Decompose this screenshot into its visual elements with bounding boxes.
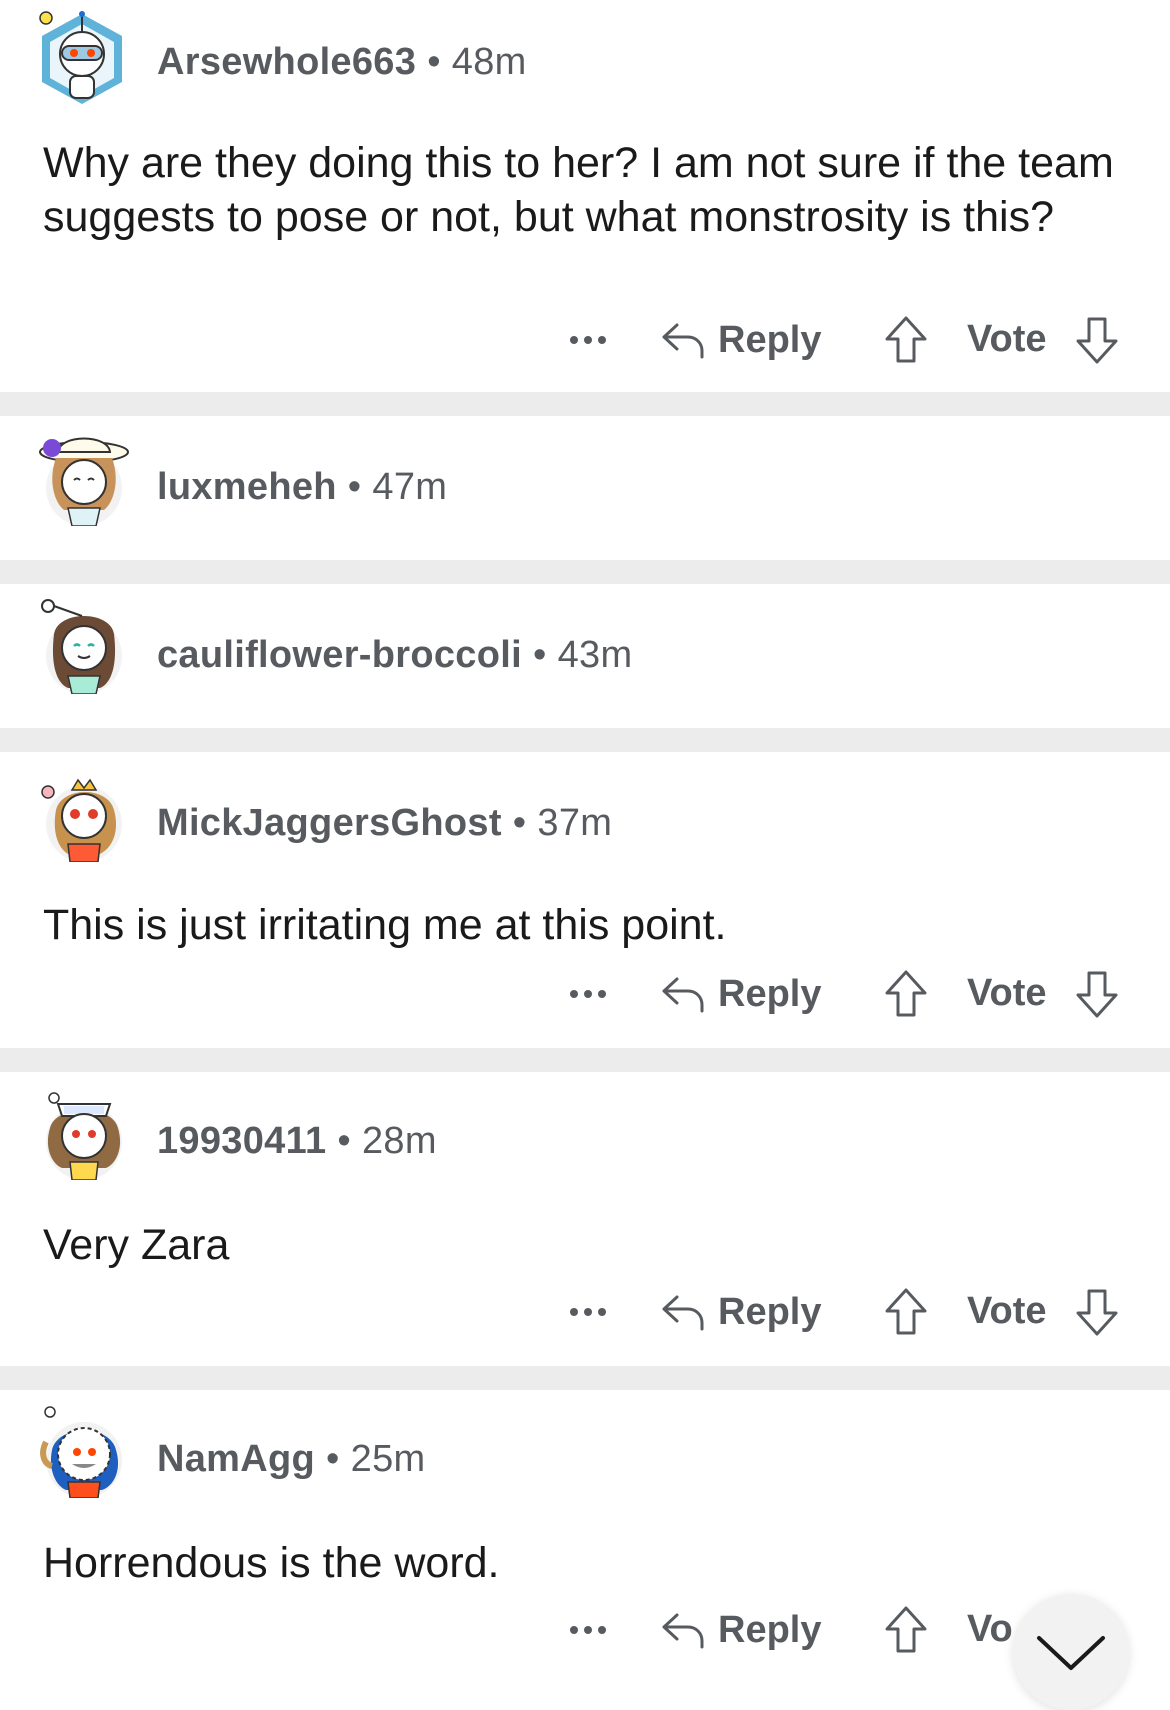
downvote-arrow-icon[interactable] (1074, 315, 1120, 365)
reply-button[interactable]: Reply (660, 964, 821, 1024)
more-options-icon[interactable] (566, 318, 610, 362)
upvote-arrow-icon[interactable] (883, 1287, 929, 1337)
snoo-crown-avatar-icon[interactable] (34, 766, 130, 863)
timestamp: 43m (557, 634, 633, 676)
timestamp: 47m (372, 466, 448, 508)
comment: 19930411 • 28m Very Zara Reply Vote (0, 1072, 1170, 1366)
comment-actions: Reply Vo (0, 1600, 1170, 1660)
more-options-icon[interactable] (566, 1608, 610, 1652)
scroll-next-comment-button[interactable] (1013, 1594, 1129, 1710)
reply-button[interactable]: Reply (660, 1600, 821, 1660)
reply-label: Reply (718, 972, 822, 1015)
comment-meta: Arsewhole663 • 48m (157, 41, 527, 84)
vote-count: Vote (967, 972, 1047, 1014)
reply-arrow-icon (662, 977, 704, 1013)
chevron-down-icon (1037, 1636, 1105, 1670)
separator-dot: • (427, 41, 441, 83)
separator-dot: • (337, 1120, 351, 1162)
comment: cauliflower-broccoli • 43m (0, 584, 1170, 728)
reply-label: Reply (718, 318, 822, 361)
comment-meta: luxmeheh • 47m (157, 466, 447, 509)
comment: luxmeheh • 47m (0, 416, 1170, 560)
comment-actions: Reply Vote (0, 310, 1170, 370)
downvote-arrow-icon[interactable] (1074, 969, 1120, 1019)
reply-button[interactable]: Reply (660, 1282, 821, 1342)
comment-divider (0, 392, 1170, 416)
vote-count: Vo (967, 1608, 1013, 1650)
comment: NamAgg • 25m Horrendous is the word. Reply… (0, 1390, 1170, 1672)
comment: MickJaggersGhost • 37m This is just irrita… (0, 752, 1170, 1048)
separator-dot: • (347, 466, 362, 508)
username[interactable]: luxmeheh (157, 466, 337, 508)
comment-meta: NamAgg • 25m (157, 1438, 425, 1481)
comment-body: Very Zara (43, 1221, 230, 1269)
more-options-icon[interactable] (566, 1290, 610, 1334)
separator-dot: • (326, 1438, 340, 1480)
timestamp: 25m (350, 1438, 426, 1480)
reply-label: Reply (718, 1608, 822, 1651)
reply-arrow-icon (662, 1295, 704, 1331)
upvote-arrow-icon[interactable] (883, 1605, 929, 1655)
snoo-parka-avatar-icon[interactable] (34, 1402, 130, 1499)
comment: Arsewhole663 • 48m Why are they doing this… (0, 0, 1170, 392)
vote-count: Vote (967, 318, 1047, 360)
username[interactable]: MickJaggersGhost (157, 802, 502, 844)
comment-divider (0, 560, 1170, 584)
comment-meta: cauliflower-broccoli • 43m (157, 634, 632, 677)
comment-divider (0, 728, 1170, 752)
comment-body: Horrendous is the word. (43, 1539, 500, 1587)
comment-meta: 19930411 • 28m (157, 1120, 437, 1163)
snoo-sailor-hat-avatar-icon[interactable] (34, 1084, 130, 1181)
timestamp: 37m (537, 802, 613, 844)
username[interactable]: cauliflower-broccoli (157, 634, 522, 676)
reply-arrow-icon (662, 1613, 704, 1649)
comment-actions: Reply Vote (0, 964, 1170, 1024)
timestamp: 48m (451, 41, 527, 83)
username[interactable]: 19930411 (157, 1120, 326, 1162)
username[interactable]: NamAgg (157, 1438, 315, 1480)
comment-body: Why are they doing this to her? I am not… (43, 139, 1114, 241)
comment-meta: MickJaggersGhost • 37m (157, 802, 612, 845)
snoo-astronaut-avatar-icon[interactable] (34, 10, 130, 106)
upvote-arrow-icon[interactable] (883, 315, 929, 365)
separator-dot: • (532, 634, 547, 676)
snoo-brown-hair-avatar-icon[interactable] (34, 598, 130, 695)
more-options-icon[interactable] (566, 972, 610, 1016)
comment-divider (0, 1366, 1170, 1390)
reply-button[interactable]: Reply (660, 310, 821, 370)
upvote-arrow-icon[interactable] (883, 969, 929, 1019)
username[interactable]: Arsewhole663 (157, 41, 416, 83)
reply-arrow-icon (662, 323, 704, 359)
comment-actions: Reply Vote (0, 1282, 1170, 1342)
timestamp: 28m (361, 1120, 437, 1162)
vote-count: Vote (967, 1290, 1047, 1332)
reply-label: Reply (718, 1290, 822, 1333)
comment-divider (0, 1048, 1170, 1072)
comment-body: This is just irritating me at this point… (43, 901, 727, 949)
downvote-arrow-icon[interactable] (1074, 1287, 1120, 1337)
separator-dot: • (512, 802, 527, 844)
snoo-sunhat-avatar-icon[interactable] (34, 430, 130, 527)
